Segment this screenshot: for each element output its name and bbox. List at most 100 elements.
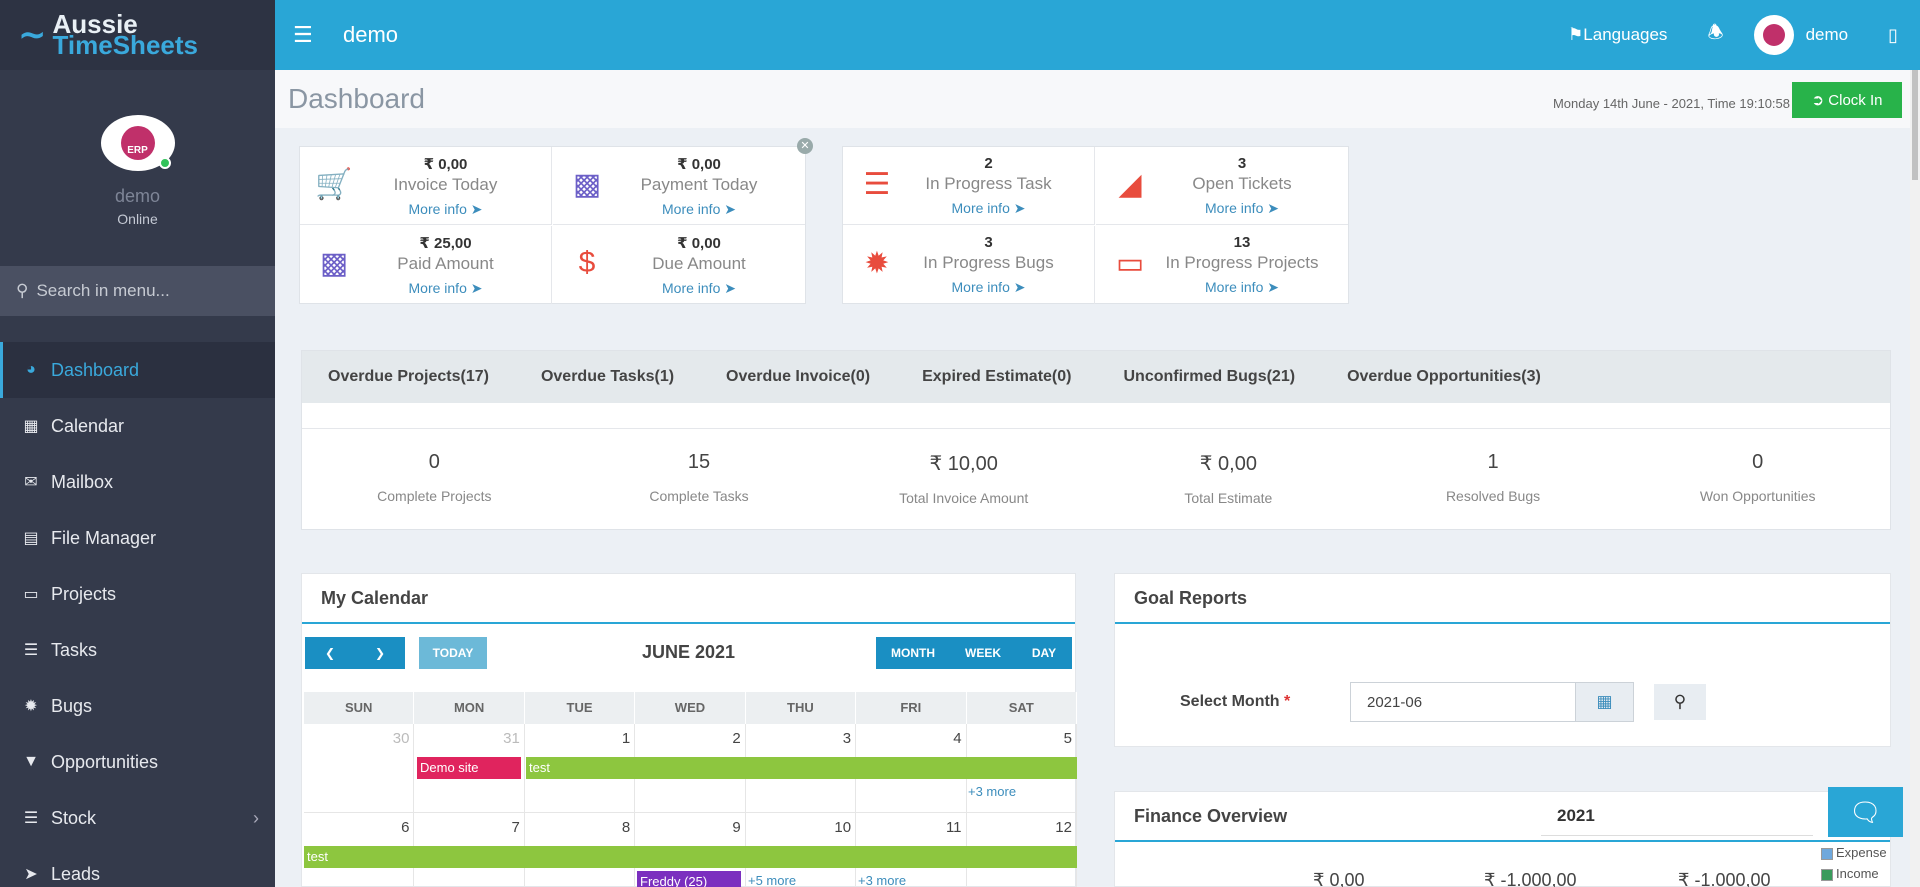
stat-open-tickets: ◢ 3 Open Tickets More info ➤	[1096, 147, 1348, 225]
close-icon[interactable]: ✕	[797, 138, 813, 154]
sidebar-item-leads[interactable]: ➤ Leads	[0, 846, 275, 887]
tab-overdue-tasks[interactable]: Overdue Tasks(1)	[541, 368, 674, 386]
metric-total-estimate: ₹ 0,00 Total Estimate	[1184, 453, 1273, 506]
chevron-right-icon: ›	[253, 807, 259, 828]
sign-in-icon: ➲	[1811, 92, 1829, 109]
languages-menu[interactable]: ⚑Languages	[1568, 25, 1667, 45]
search-icon: ⚲	[16, 281, 29, 300]
sidebar-item-file-manager[interactable]: ▤ File Manager	[0, 510, 275, 566]
calendar-day[interactable]: 30	[304, 724, 415, 812]
sidebar-item-dashboard[interactable]: ◕ Dashboard	[0, 342, 275, 398]
tab-overdue-invoice[interactable]: Overdue Invoice(0)	[726, 368, 870, 386]
tab-expired-estimate[interactable]: Expired Estimate(0)	[922, 368, 1071, 386]
filter-icon: ▼	[23, 753, 39, 770]
sidebar-item-stock[interactable]: ☰ Stock ›	[0, 790, 275, 846]
finance-legend: Expense Income	[1821, 842, 1887, 884]
clock-in-button[interactable]: ➲ Clock In	[1792, 82, 1902, 118]
user-name: demo	[114, 186, 161, 206]
calendar-icon[interactable]: ▦	[1576, 682, 1634, 722]
search-button[interactable]: ⚲	[1654, 684, 1706, 720]
folder-icon: ▭	[23, 586, 39, 603]
sidebar-item-bugs[interactable]: ✹ Bugs	[0, 678, 275, 734]
overdue-panel: Overdue Projects(17) Overdue Tasks(1) Ov…	[301, 350, 1891, 530]
search-icon: ⚲	[1673, 692, 1687, 711]
avatar-logo: ERP	[120, 126, 155, 160]
avatar[interactable]: ERP	[100, 115, 175, 171]
sidebar-item-opportunities[interactable]: ▼ Opportunities	[0, 734, 275, 790]
stat-due-amount: $ ₹ 0,00 Due Amount More info ➤	[553, 226, 805, 304]
legend-expense: Expense	[1821, 842, 1887, 863]
brand-logo[interactable]: ∼ Aussie TimeSheets	[0, 0, 275, 70]
metric-complete-tasks: 15 Complete Tasks	[649, 451, 749, 504]
summary-metrics: 0 Complete Projects 15 Complete Tasks ₹ 10…	[302, 451, 1890, 506]
goal-reports-panel: Goal Reports Select Month * ▦ ⚲	[1114, 573, 1891, 747]
bug-icon: ✹	[864, 247, 890, 280]
stat-payment-today: ▩ ₹ 0,00 Payment Today More info ➤	[553, 147, 805, 225]
page-scrollbar[interactable]	[1910, 70, 1920, 887]
more-info-link[interactable]: More info ➤	[883, 200, 1094, 217]
sidebar: ∼ Aussie TimeSheets ERP demo Online ⚲ ◕D…	[0, 0, 275, 887]
sidebar-item-mailbox[interactable]: ✉ Mailbox	[0, 454, 275, 510]
brand-line2: TimeSheets	[52, 30, 198, 60]
finance-stats-box: 🛒 ₹ 0,00 Invoice Today More info ➤ ▩ ₹ 0…	[299, 146, 806, 304]
finance-value: ₹ -1.000,00	[1678, 870, 1771, 887]
tab-unconfirmed-bugs[interactable]: Unconfirmed Bugs(21)	[1123, 368, 1295, 386]
bell-icon[interactable]: 🕭	[1707, 20, 1723, 50]
overdue-tabs: Overdue Projects(17) Overdue Tasks(1) Ov…	[302, 351, 1890, 403]
calendar-panel: My Calendar ❮ ❯ TODAY JUNE 2021 MONTH WE…	[301, 573, 1077, 887]
money-icon: ▩	[572, 168, 602, 201]
sidebar-item-projects[interactable]: ▭ Projects	[0, 566, 275, 622]
stat-in-progress-bugs: ✹ 3 In Progress Bugs More info ➤	[843, 226, 1095, 304]
rocket-icon: ➤	[24, 866, 38, 883]
work-stats-box: ☰ 2 In Progress Task More info ➤ ◢ 3 Ope…	[842, 146, 1349, 304]
stat-paid-amount: ▩ ₹ 25,00 Paid Amount More info ➤	[300, 226, 552, 304]
tab-overdue-opportunities[interactable]: Overdue Opportunities(3)	[1347, 368, 1541, 386]
more-info-link[interactable]: More info ➤	[340, 280, 551, 297]
year-select[interactable]: 2021	[1541, 796, 1813, 836]
money-icon: ▩	[319, 247, 349, 280]
menu-search: ⚲	[0, 266, 275, 316]
hamburger-icon[interactable]: ☰	[293, 22, 323, 48]
search-input[interactable]	[36, 281, 257, 301]
view-week-button[interactable]: WEEK	[950, 637, 1016, 669]
view-day-button[interactable]: DAY	[1016, 637, 1072, 669]
metric-total-invoice: ₹ 10,00 Total Invoice Amount	[899, 453, 1029, 506]
flag-icon: ⚑	[1568, 25, 1584, 44]
more-info-link[interactable]: More info ➤	[593, 201, 805, 218]
sidebar-item-calendar[interactable]: ▦ Calendar	[0, 398, 275, 454]
calendar-event[interactable]: test	[304, 846, 1077, 868]
chat-button[interactable]: 🗨	[1828, 787, 1903, 837]
more-events-link[interactable]: +5 more	[748, 873, 796, 887]
more-events-link[interactable]: +3 more	[858, 873, 906, 887]
envelope-icon: ✉	[24, 474, 38, 491]
calendar-week: 6 7 8 9 10 11 12 test Freddy (25) +5 mor…	[304, 813, 1077, 887]
more-info-link[interactable]: More info ➤	[883, 279, 1094, 296]
more-events-link[interactable]: +3 more	[968, 784, 1016, 799]
goal-reports-title: Goal Reports	[1115, 574, 1890, 624]
more-info-link[interactable]: More info ➤	[340, 201, 551, 218]
calendar-title: My Calendar	[302, 574, 1075, 624]
view-month-button[interactable]: MONTH	[876, 637, 950, 669]
topbar-user-name[interactable]: demo	[1806, 25, 1849, 45]
sidebar-item-tasks[interactable]: ☰ Tasks	[0, 622, 275, 678]
month-input[interactable]	[1350, 682, 1576, 722]
file-icon: ▤	[23, 530, 39, 547]
dollar-icon: $	[578, 246, 596, 279]
calendar-event[interactable]: Freddy (25)	[637, 871, 741, 887]
calendar-event[interactable]: test	[526, 757, 1077, 779]
stat-in-progress-projects: ▭ 13 In Progress Projects More info ➤	[1096, 226, 1348, 304]
legend-income: Income	[1821, 863, 1887, 884]
calendar-icon: ▦	[23, 418, 39, 435]
topbar-avatar[interactable]	[1753, 15, 1794, 55]
more-info-link[interactable]: More info ➤	[593, 280, 805, 297]
more-info-link[interactable]: More info ➤	[1136, 279, 1348, 296]
tab-overdue-projects[interactable]: Overdue Projects(17)	[328, 368, 489, 386]
cart-icon: 🛒	[315, 168, 353, 201]
calendar-event[interactable]: Demo site	[417, 757, 521, 779]
metric-won-opportunities: 0 Won Opportunities	[1699, 451, 1816, 504]
select-month-label: Select Month *	[1180, 693, 1291, 710]
book-icon[interactable]: ▯	[1888, 25, 1898, 46]
more-info-link[interactable]: More info ➤	[1136, 200, 1348, 217]
top-navbar: ☰ demo ⚑Languages 🕭 demo ▯	[275, 0, 1920, 70]
user-panel: ERP demo Online	[0, 70, 275, 266]
